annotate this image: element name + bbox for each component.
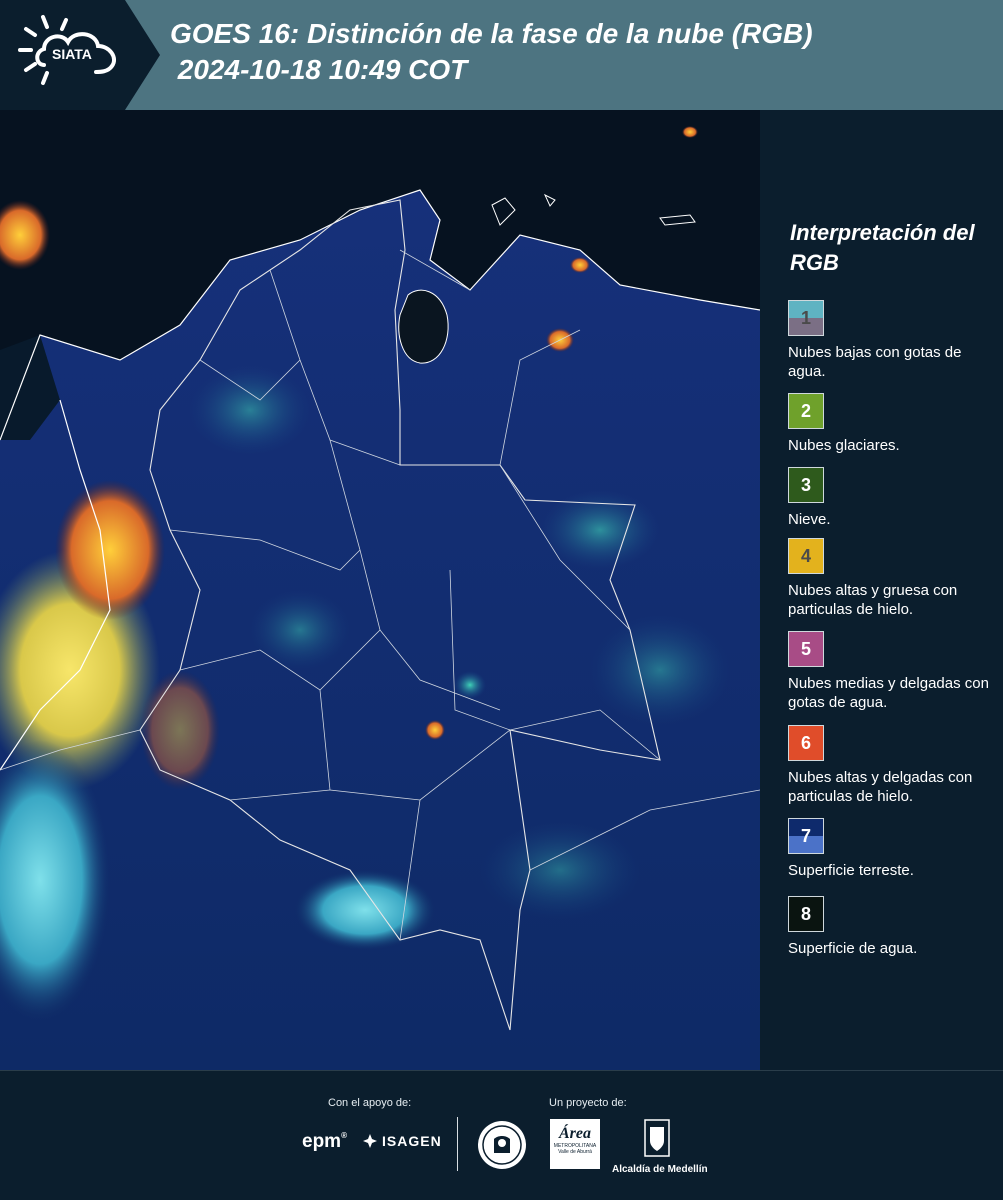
legend-item-8: 8 Superficie de agua.: [788, 896, 998, 958]
legend-swatch-6: 6: [788, 725, 824, 761]
isagen-logo-text: ISAGEN: [382, 1133, 442, 1149]
legend-panel: Interpretación del RGB 1 Nubes bajas con…: [776, 110, 1003, 1070]
legend-label-4: Nubes altas y gruesa con particulas de h…: [788, 582, 958, 618]
area-logo-text-block: Área METROPOLITANA Valle de Aburrá: [550, 1125, 600, 1155]
legend-number-4: 4: [800, 545, 811, 566]
footer: Con el apoyo de: Un proyecto de: epm® IS…: [0, 1070, 1003, 1200]
legend-label-6: Nubes altas y delgadas con particulas de…: [788, 769, 973, 805]
alcaldia-medellin-logo: Alcaldía de Medellín: [612, 1119, 708, 1175]
legend-swatch-8: 8: [788, 896, 824, 932]
satellite-map: [0, 110, 760, 1070]
area-logo-text: Área: [559, 1125, 591, 1142]
legend-swatch-2: 2: [788, 393, 824, 429]
legend-number-2: 2: [800, 400, 811, 421]
title-line-1: GOES 16: Distinción de la fase de la nub…: [170, 18, 813, 49]
legend-label-1: Nubes bajas con gotas de agua.: [788, 344, 962, 380]
university-seal-icon: [478, 1121, 526, 1169]
legend-number-5: 5: [800, 638, 811, 659]
epm-logo-text: epm: [302, 1131, 342, 1152]
legend-number-3: 3: [800, 474, 811, 495]
legend-number-7: 7: [800, 825, 811, 846]
legend-swatch-4: 4: [788, 538, 824, 574]
legend-swatch-7: 7: [788, 818, 824, 854]
legend-swatch-5: 5: [788, 631, 824, 667]
title-line-2: 2024-10-18 10:49 COT: [170, 54, 468, 85]
footer-divider: [457, 1117, 458, 1171]
legend-label-7: Superficie terreste.: [788, 862, 914, 879]
legend-item-4: 4 Nubes altas y gruesa con particulas de…: [788, 538, 998, 619]
legend-item-6: 6 Nubes altas y delgadas con particulas …: [788, 725, 998, 806]
legend-number-8: 8: [800, 903, 811, 924]
legend-swatch-1: 1: [788, 300, 824, 336]
legend-number-6: 6: [800, 732, 811, 753]
support-label: Con el apoyo de:: [328, 1097, 412, 1109]
legend-item-2: 2 Nubes glaciares.: [788, 393, 998, 455]
legend-item-5: 5 Nubes medias y delgadas con gotas de a…: [788, 631, 998, 712]
satellite-map-image: [0, 110, 760, 1070]
alcaldia-logo-text: Alcaldía de Medellín: [612, 1164, 708, 1175]
project-label: Un proyecto de:: [549, 1097, 627, 1109]
university-seal-logo: [476, 1119, 528, 1176]
page-title: GOES 16: Distinción de la fase de la nub…: [170, 16, 813, 88]
legend-label-5: Nubes medias y delgadas con gotas de agu…: [788, 675, 989, 711]
siata-logo: SIATA: [0, 0, 160, 110]
siata-logo-text: SIATA: [52, 46, 92, 62]
legend-number-1: 1: [800, 307, 811, 328]
area-metropolitana-logo: Área METROPOLITANA Valle de Aburrá: [550, 1119, 600, 1174]
legend-item-7: 7 Superficie terreste.: [788, 818, 998, 880]
alcaldia-shield-icon: [644, 1119, 670, 1157]
page: SIATA GOES 16: Distinción de la fase de …: [0, 0, 1003, 1200]
isagen-logo: ISAGEN: [362, 1133, 442, 1149]
legend-item-1: 1 Nubes bajas con gotas de agua.: [788, 300, 998, 381]
legend-item-3: 3 Nieve.: [788, 467, 998, 529]
epm-logo: epm®: [302, 1131, 347, 1153]
isagen-icon: [363, 1134, 377, 1148]
area-logo-subtext-2: Valle de Aburrá: [558, 1149, 592, 1155]
legend-swatch-3: 3: [788, 467, 824, 503]
legend-label-2: Nubes glaciares.: [788, 437, 900, 454]
legend-label-3: Nieve.: [788, 511, 831, 528]
legend-title: Interpretación del RGB: [790, 220, 975, 275]
legend-label-8: Superficie de agua.: [788, 940, 918, 957]
header: SIATA GOES 16: Distinción de la fase de …: [0, 0, 1003, 110]
epm-registered-mark: ®: [341, 1131, 347, 1140]
